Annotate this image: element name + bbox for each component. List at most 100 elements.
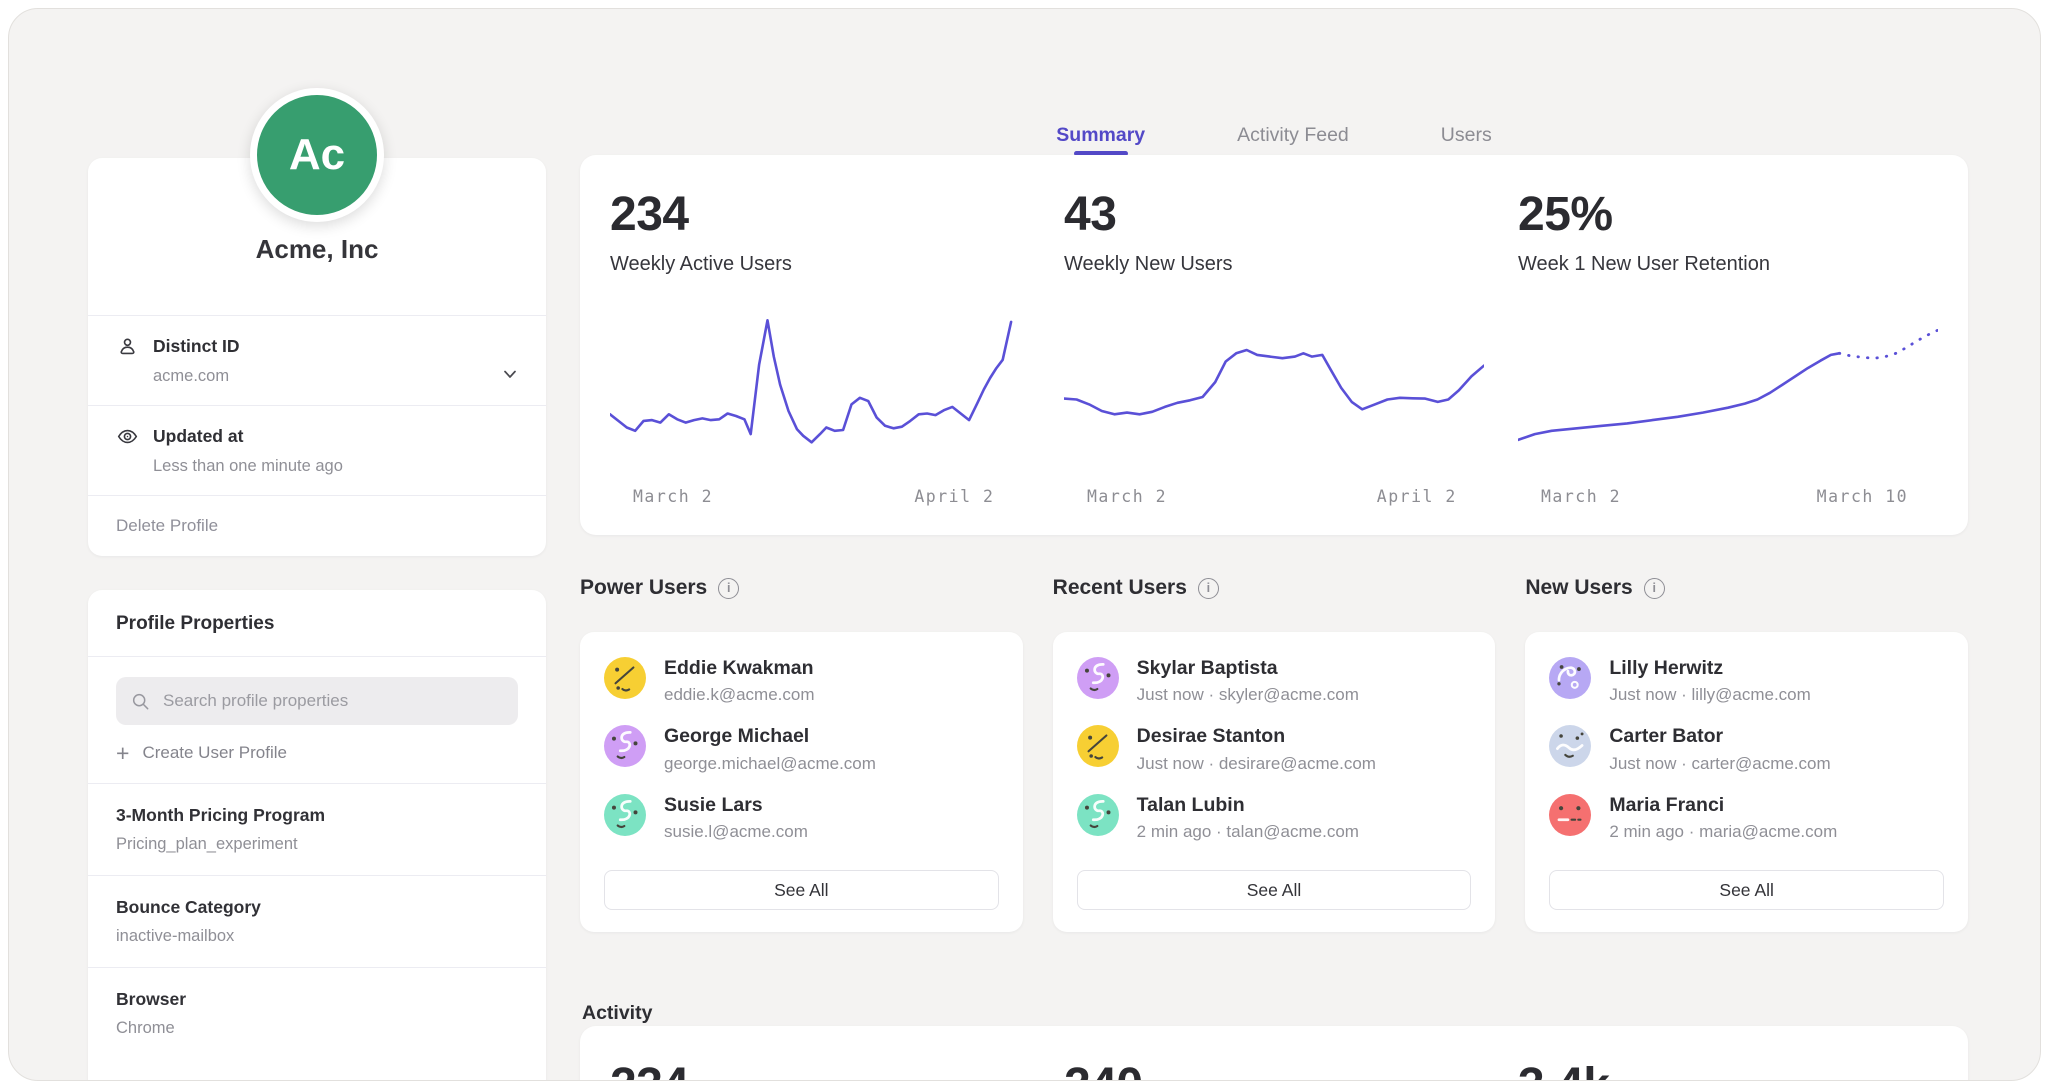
stat-column-1: 43 Weekly New Users March 2 April 2	[1064, 191, 1484, 535]
user-name: Eddie Kwakman	[664, 657, 815, 679]
profile-field-updated-at: Updated at Less than one minute ago	[88, 406, 546, 496]
user-name: Talan Lubin	[1137, 794, 1359, 816]
app-frame: Ac Acme, Inc Distinct IDacme.comUpdated …	[8, 8, 2041, 1081]
section-header-recent-users: Recent Users i	[1053, 576, 1496, 600]
avatar-initials: Ac	[289, 130, 345, 180]
user-name: Skylar Baptista	[1137, 657, 1359, 679]
info-icon[interactable]: i	[1644, 578, 1665, 599]
x-axis: March 2April 2	[610, 487, 1030, 511]
user-list-card-1: Skylar Baptista Just now · skyler@acme.co…	[1053, 632, 1496, 932]
user-meta: susie.l@acme.com	[664, 822, 808, 842]
info-icon[interactable]: i	[718, 578, 739, 599]
field-label: Updated at	[153, 426, 243, 447]
stat-column-0: 234Weekly Active UsersMarch 2April 2	[610, 191, 1030, 535]
user-list-item[interactable]: Eddie Kwakman eddie.k@acme.com	[604, 657, 999, 705]
tab-users[interactable]: Users	[1437, 100, 1496, 158]
search-profile-properties[interactable]	[116, 677, 518, 725]
property-row-1[interactable]: Bounce Category inactive-mailbox	[88, 875, 546, 967]
field-value: Less than one minute ago	[153, 457, 518, 476]
delete-profile-row: Delete Profile	[88, 496, 546, 556]
activity-stat-column-0: 234	[610, 1062, 1030, 1081]
tab-activity-feed[interactable]: Activity Feed	[1233, 100, 1353, 158]
x-axis-tick: April 2	[1377, 487, 1457, 506]
summary-stats-card: 234Weekly Active UsersMarch 2April 2 43 We…	[580, 155, 1968, 535]
avatar: Ac	[250, 88, 384, 222]
x-axis: March 2March 10	[1518, 487, 1938, 511]
activity-stat-column-1: 240	[1064, 1062, 1484, 1081]
user-name: Susie Lars	[664, 794, 808, 816]
section-title: Recent Users	[1053, 576, 1187, 600]
user-meta: 2 min ago · maria@acme.com	[1609, 822, 1837, 842]
see-all-button[interactable]: See All	[1077, 870, 1472, 910]
user-list-card-0: Eddie Kwakman eddie.k@acme.com George Mich…	[580, 632, 1023, 932]
activity-stat-value: 3.4k	[1518, 1062, 1938, 1081]
search-icon	[130, 691, 151, 712]
user-name: George Michael	[664, 725, 876, 747]
activity-card: 234 240 3.4k	[580, 1026, 1968, 1081]
user-avatar	[604, 657, 646, 699]
section-header-power-users: Power Usersi	[580, 576, 1023, 600]
profile-field-distinct-id: Distinct ID acme.com	[88, 316, 546, 406]
tab-bar: Summary Activity Feed Users	[580, 100, 1968, 158]
property-value: Pricing_plan_experiment	[116, 835, 518, 854]
user-avatar	[1549, 657, 1591, 699]
user-list-item[interactable]: Skylar Baptista Just now · skyler@acme.co…	[1077, 657, 1472, 705]
user-name: Desirae Stanton	[1137, 725, 1376, 747]
user-meta: eddie.k@acme.com	[664, 685, 815, 705]
user-list-item[interactable]: Lilly HerwitzJust now · lilly@acme.com	[1549, 657, 1944, 705]
user-list-item[interactable]: Maria Franci 2 min ago · maria@acme.com	[1549, 794, 1944, 842]
search-profile-properties-input[interactable]	[161, 690, 504, 712]
user-avatar	[1549, 725, 1591, 767]
field-label: Distinct ID	[153, 336, 240, 357]
section-header-new-users: New Users i	[1525, 576, 1968, 600]
x-axis-tick: March 2	[1087, 487, 1167, 506]
property-name: Bounce Category	[116, 897, 518, 918]
tab-summary[interactable]: Summary	[1052, 100, 1149, 158]
field-value: acme.com	[153, 367, 518, 386]
section-title: New Users	[1525, 576, 1632, 600]
stat-value: 43	[1064, 191, 1484, 239]
property-value: inactive-mailbox	[116, 927, 518, 946]
user-meta: Just now · skyler@acme.com	[1137, 685, 1359, 705]
property-row-2[interactable]: BrowserChrome	[88, 967, 546, 1059]
eye-icon	[116, 425, 139, 448]
delete-profile-button[interactable]: Delete Profile	[116, 516, 218, 536]
see-all-button[interactable]: See All	[604, 870, 999, 910]
person-icon	[116, 335, 139, 358]
x-axis-tick: April 2	[914, 487, 994, 506]
user-name: Lilly Herwitz	[1609, 657, 1810, 679]
user-list-item[interactable]: Susie Lars susie.l@acme.com	[604, 794, 999, 842]
activity-title: Activity	[582, 1002, 652, 1025]
profile-properties-card: Profile Properties + Create User Profile…	[88, 590, 546, 1081]
x-axis-tick: March 10	[1817, 487, 1908, 506]
user-name: Carter Bator	[1609, 725, 1830, 747]
user-avatar	[1077, 657, 1119, 699]
info-icon[interactable]: i	[1198, 578, 1219, 599]
sparkline-chart	[1518, 312, 1938, 477]
stat-value: 234	[610, 191, 1030, 239]
activity-stat-value: 234	[610, 1062, 1030, 1081]
property-row-0[interactable]: 3-Month Pricing Program Pricing_plan_expe…	[88, 783, 546, 875]
property-name: Browser	[116, 989, 518, 1010]
activity-stat-column-2: 3.4k	[1518, 1062, 1938, 1081]
user-meta: Just now · carter@acme.com	[1609, 754, 1830, 774]
user-avatar	[1549, 794, 1591, 836]
user-avatar	[1077, 794, 1119, 836]
stat-label: Week 1 New User Retention	[1518, 253, 1938, 276]
chevron-down-icon[interactable]	[498, 362, 522, 386]
see-all-button[interactable]: See All	[1549, 870, 1944, 910]
user-avatar	[1077, 725, 1119, 767]
stat-value: 25%	[1518, 191, 1938, 239]
user-list-item[interactable]: Carter Bator Just now · carter@acme.com	[1549, 725, 1944, 773]
property-name: 3-Month Pricing Program	[116, 805, 518, 826]
user-list-item[interactable]: Desirae Stanton Just now · desirare@acme.…	[1077, 725, 1472, 773]
stat-column-2: 25% Week 1 New User Retention March 2March…	[1518, 191, 1938, 535]
user-name: Maria Franci	[1609, 794, 1837, 816]
user-meta: george.michael@acme.com	[664, 754, 876, 774]
create-user-profile-button[interactable]: + Create User Profile	[116, 743, 287, 763]
x-axis: March 2 April 2	[1064, 487, 1484, 511]
user-list-item[interactable]: George Michael george.michael@acme.com	[604, 725, 999, 773]
user-list-item[interactable]: Talan Lubin2 min ago · talan@acme.com	[1077, 794, 1472, 842]
stat-label: Weekly New Users	[1064, 253, 1484, 276]
user-meta: Just now · desirare@acme.com	[1137, 754, 1376, 774]
